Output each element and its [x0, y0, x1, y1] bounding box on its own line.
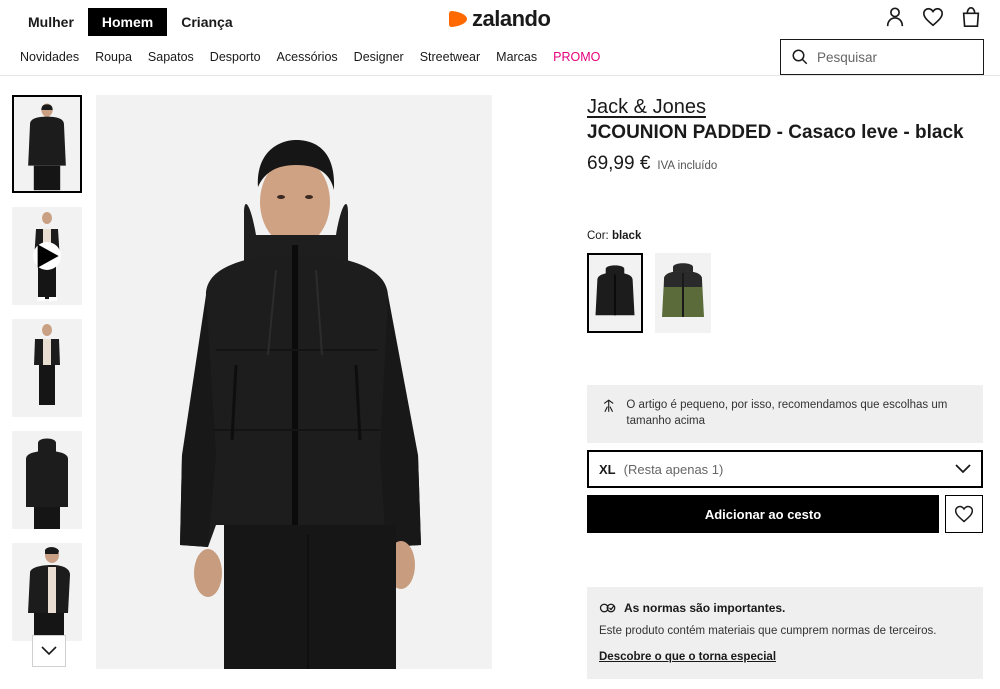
chevron-down-icon [955, 464, 971, 474]
nav-item-promo[interactable]: PROMO [553, 50, 600, 64]
user-icon[interactable] [884, 6, 906, 28]
thumbnail-4[interactable] [12, 431, 82, 529]
size-advice-text: O artigo é pequeno, por isso, recomendam… [626, 399, 948, 427]
swatch-black[interactable] [587, 253, 643, 333]
nav-item-streetwear[interactable]: Streetwear [420, 50, 480, 64]
nav-item-acessorios[interactable]: Acessórios [277, 50, 338, 64]
price-row: 69,99 € IVA incluído [587, 153, 985, 175]
swatch-green[interactable] [655, 253, 711, 333]
product-image-front [14, 97, 80, 191]
standards-learn-more-link[interactable]: Descobre o que o torna especial [599, 651, 776, 663]
thumbnail-1[interactable] [12, 95, 82, 193]
standards-info-box: As normas são importantes. Este produto … [587, 587, 983, 679]
vat-note: IVA incluído [657, 160, 718, 172]
product-name: JCOUNION PADDED - Casaco leve - black [587, 122, 964, 143]
color-swatches [587, 253, 711, 333]
nav-item-roupa[interactable]: Roupa [95, 50, 132, 64]
zalando-logo[interactable]: zalando [448, 6, 551, 32]
thumbnail-3[interactable] [12, 319, 82, 417]
sustainability-icon [599, 603, 616, 613]
heart-icon[interactable] [922, 6, 944, 28]
search-input[interactable] [817, 49, 967, 65]
standards-description: Este produto contém materiais que cumpre… [599, 625, 937, 637]
nav-item-designer[interactable]: Designer [354, 50, 404, 64]
standards-title-row: As normas são importantes. [599, 601, 971, 615]
add-to-wishlist-button[interactable] [945, 495, 983, 533]
color-label: Cor: black [587, 230, 641, 242]
product-price: 69,99 € [587, 153, 651, 174]
size-selector[interactable]: XL (Resta apenas 1) [587, 450, 983, 488]
play-video-button[interactable] [33, 242, 61, 270]
bag-icon[interactable] [960, 6, 982, 28]
zalando-logo-icon [449, 11, 467, 27]
product-image-open [12, 319, 82, 417]
color-label-prefix: Cor: [587, 230, 609, 242]
size-advice-icon [603, 399, 614, 413]
swatch-green-image [655, 253, 711, 333]
product-image-back [12, 431, 82, 529]
add-to-cart-button[interactable]: Adicionar ao cesto [587, 495, 939, 533]
product-image-detail [12, 543, 82, 641]
thumbnail-2-video[interactable] [12, 207, 82, 305]
heart-icon [954, 505, 974, 523]
selected-size: XL [599, 461, 616, 477]
brand-link[interactable]: Jack & Jones [587, 96, 706, 119]
standards-title: As normas são importantes. [624, 601, 786, 615]
logo-text: zalando [472, 6, 551, 31]
size-availability: (Resta apenas 1) [623, 461, 724, 477]
tab-crianca[interactable]: Criança [167, 8, 246, 36]
search-box[interactable] [780, 39, 984, 75]
tab-mulher[interactable]: Mulher [14, 8, 88, 36]
size-advice-note: O artigo é pequeno, por isso, recomendam… [587, 385, 983, 443]
tab-homem[interactable]: Homem [87, 8, 168, 36]
header-icons [884, 6, 982, 28]
chevron-down-icon [41, 646, 57, 656]
nav-item-marcas[interactable]: Marcas [496, 50, 537, 64]
gender-tabs: Mulher Homem Criança [14, 8, 247, 36]
nav-item-novidades[interactable]: Novidades [20, 50, 79, 64]
model-wearing-jacket-image [96, 95, 492, 669]
nav-item-desporto[interactable]: Desporto [210, 50, 261, 64]
thumbnails-scroll-down-button[interactable] [32, 635, 66, 667]
main-product-image[interactable] [96, 95, 492, 669]
product-info: Jack & Jones JCOUNION PADDED - Casaco le… [587, 96, 985, 175]
main-nav: Novidades Roupa Sapatos Desporto Acessór… [20, 50, 616, 64]
nav-item-sapatos[interactable]: Sapatos [148, 50, 194, 64]
play-icon [37, 244, 59, 268]
site-header: Mulher Homem Criança zalando Novidades R… [0, 0, 1000, 76]
color-value: black [611, 230, 642, 242]
search-icon [792, 49, 808, 65]
thumbnail-gallery [12, 95, 84, 655]
thumbnail-5[interactable] [12, 543, 82, 641]
swatch-black-image [589, 255, 641, 331]
